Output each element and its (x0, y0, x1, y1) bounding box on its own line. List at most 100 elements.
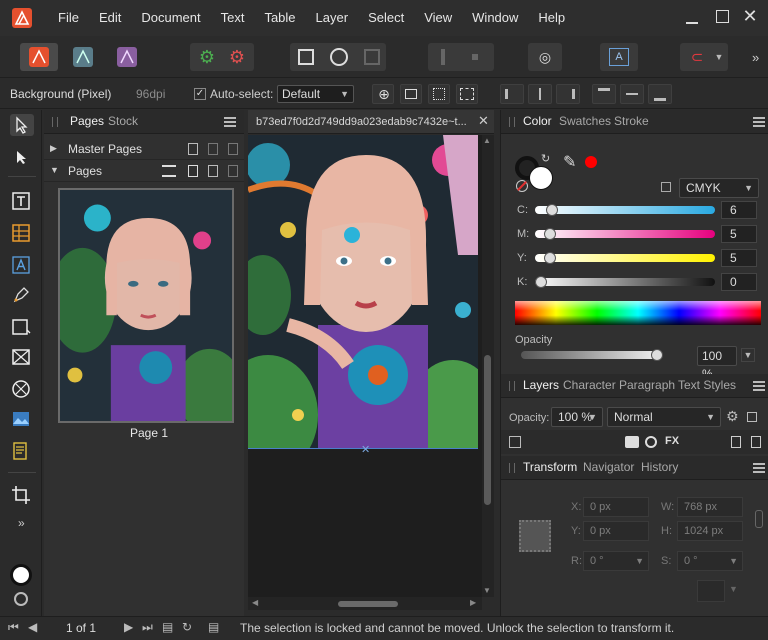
first-page-icon[interactable]: ⏮ (8, 620, 19, 635)
scroll-left-icon[interactable]: ◀ (252, 598, 258, 607)
pages-list-icon[interactable]: ▤ (208, 620, 219, 634)
vertical-scroll-thumb[interactable] (484, 355, 491, 505)
stroke-color-swatch[interactable] (14, 592, 28, 606)
last-page-icon[interactable]: ⏭ (142, 620, 153, 635)
tab-transform[interactable]: Transform (523, 460, 577, 474)
channel-slider[interactable] (535, 278, 715, 286)
mask-icon[interactable] (625, 436, 639, 448)
gear-icon[interactable]: ⚙ (196, 46, 218, 68)
publisher-persona-button[interactable] (20, 43, 58, 71)
menu-edit[interactable]: Edit (89, 0, 131, 36)
preview-button[interactable]: ◎ (528, 43, 562, 71)
channel-value-field[interactable]: 6 (721, 201, 757, 219)
table-tool[interactable] (10, 222, 34, 244)
gear-icon[interactable]: ⚙ (726, 408, 739, 425)
menu-text[interactable]: Text (211, 0, 255, 36)
dot-icon[interactable] (472, 54, 478, 60)
chevron-down-icon[interactable]: ▼ (741, 348, 755, 362)
fill-color-swatch[interactable] (10, 564, 32, 586)
autoselect-checkbox[interactable]: ✓ (194, 88, 206, 100)
designer-persona-button[interactable] (64, 43, 102, 71)
node-tool[interactable] (10, 146, 34, 168)
channel-slider-knob[interactable] (544, 252, 556, 264)
fill-tool[interactable] (10, 440, 34, 462)
pen-tool[interactable] (10, 284, 34, 306)
tab-stock[interactable]: Stock (108, 114, 138, 128)
blend-mode-dropdown[interactable]: Normal ▼ (607, 407, 721, 427)
fx-icon[interactable]: FX (665, 435, 679, 447)
color-picker-icon[interactable]: ✎ (563, 152, 576, 172)
chevron-down-icon[interactable]: ▼ (729, 584, 738, 594)
tab-text-styles[interactable]: Text Styles (678, 378, 736, 392)
spread-icon[interactable]: ▤ (162, 620, 173, 634)
rotation-field[interactable]: 0 ° ▼ (583, 551, 649, 571)
autoselect-dropdown[interactable]: Default ▼ (277, 85, 354, 103)
drag-handle-icon[interactable] (52, 117, 58, 127)
align-left-button[interactable] (500, 84, 524, 104)
bleed-view-icon[interactable] (330, 48, 348, 66)
swap-colors-icon[interactable]: ↻ (541, 152, 550, 165)
lock-icon[interactable] (661, 182, 671, 192)
settings-icon[interactable]: ⚙ (226, 46, 248, 68)
panel-menu-icon[interactable] (753, 117, 765, 127)
channel-value-field[interactable]: 5 (721, 249, 757, 267)
move-tool[interactable] (10, 114, 34, 136)
fill-swatch[interactable] (529, 166, 553, 190)
y-field[interactable]: 0 px (583, 521, 649, 541)
width-field[interactable]: 768 px (677, 497, 743, 517)
drag-handle-icon[interactable] (509, 381, 515, 391)
minimize-icon[interactable] (686, 12, 698, 24)
pages-section[interactable]: ▼ Pages (44, 160, 244, 182)
tab-character[interactable]: Character (563, 378, 616, 392)
normal-view-icon[interactable] (298, 49, 314, 65)
align-center-button[interactable] (528, 84, 552, 104)
channel-slider[interactable] (535, 206, 715, 214)
horizontal-scroll-thumb[interactable] (338, 601, 398, 607)
shear-field[interactable]: 0 ° ▼ (677, 551, 743, 571)
rotate-icon[interactable]: ↻ (182, 620, 192, 634)
channel-value-field[interactable]: 0 (721, 273, 757, 291)
arrange-icon[interactable] (509, 436, 521, 448)
close-icon[interactable]: ✕ (740, 6, 760, 26)
menu-table[interactable]: Table (254, 0, 305, 36)
page-options-icon[interactable] (162, 165, 176, 177)
panel-menu-icon[interactable] (753, 463, 765, 473)
panel-menu-icon[interactable] (753, 381, 765, 391)
align-top-button[interactable] (592, 84, 616, 104)
tab-navigator[interactable]: Navigator (583, 460, 634, 474)
tab-layers[interactable]: Layers (523, 378, 559, 392)
scroll-down-icon[interactable]: ▼ (483, 586, 491, 595)
previous-page-icon[interactable]: ◀ (28, 620, 37, 634)
portrait-artwork[interactable] (248, 135, 478, 449)
trash-icon[interactable] (751, 436, 761, 448)
opacity-slider[interactable] (521, 351, 657, 359)
lock-icon[interactable] (747, 412, 757, 422)
opacity-slider-knob[interactable] (651, 349, 663, 361)
photo-persona-button[interactable] (108, 43, 146, 71)
align-right-button[interactable] (556, 84, 580, 104)
maximize-icon[interactable] (716, 10, 729, 23)
next-page-icon[interactable]: ▶ (124, 620, 133, 634)
tab-swatches[interactable]: Swatches (559, 114, 611, 128)
chevron-right-icon[interactable]: » (752, 50, 759, 65)
trash-icon[interactable] (228, 165, 238, 177)
scroll-up-icon[interactable]: ▲ (483, 136, 491, 145)
rectangle-tool[interactable] (10, 316, 34, 338)
tab-stroke[interactable]: Stroke (614, 114, 649, 128)
page-thumbnail[interactable] (58, 188, 234, 423)
frame-text-tool[interactable] (10, 254, 34, 276)
tab-pages[interactable]: Pages (70, 114, 104, 128)
insert-master-icon[interactable] (188, 143, 198, 155)
tab-history[interactable]: History (641, 460, 678, 474)
close-icon[interactable]: ✕ (478, 113, 489, 129)
text-frame-button[interactable]: A (600, 43, 638, 71)
selection-handle-icon[interactable]: ✕ (361, 443, 370, 456)
add-page-icon[interactable] (188, 165, 198, 177)
duplicate-master-icon[interactable] (208, 143, 218, 155)
channel-slider[interactable] (535, 254, 715, 262)
channel-slider-knob[interactable] (544, 228, 556, 240)
menu-select[interactable]: Select (358, 0, 414, 36)
affinity-publisher-logo[interactable] (12, 8, 32, 28)
menu-file[interactable]: File (48, 0, 89, 36)
drag-handle-icon[interactable] (509, 463, 515, 473)
